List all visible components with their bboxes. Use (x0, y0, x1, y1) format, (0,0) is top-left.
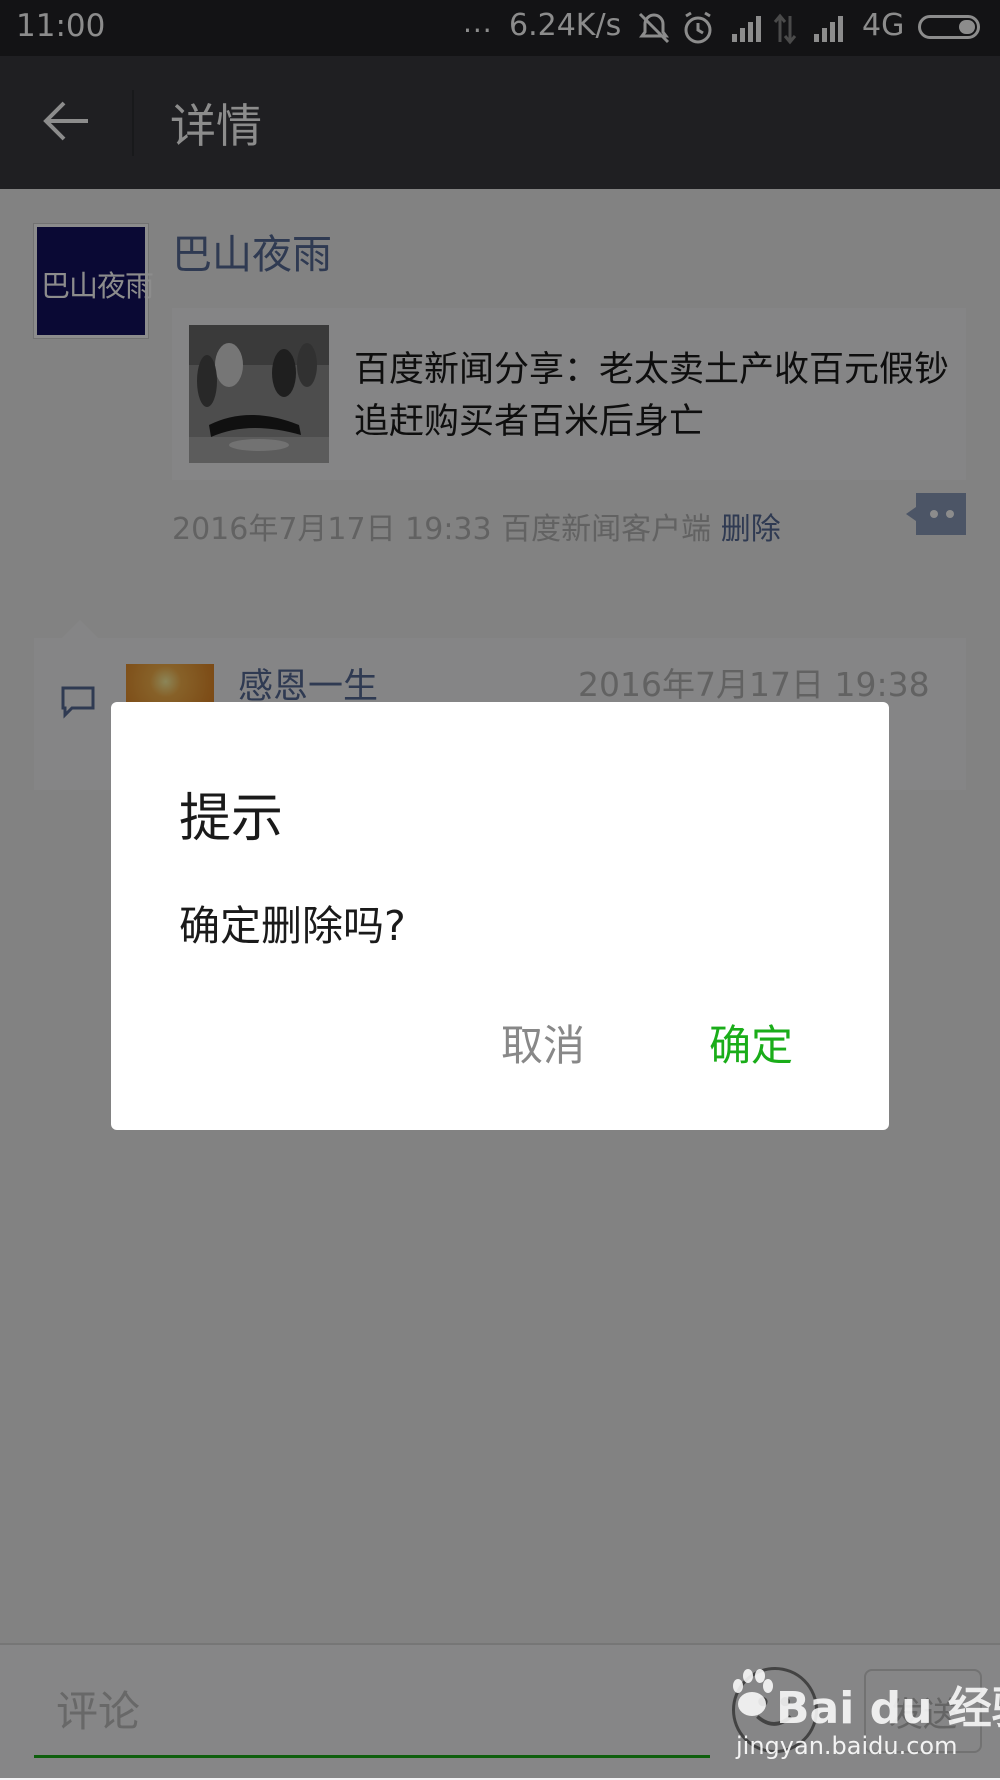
paw-logo-icon (733, 1669, 773, 1716)
dialog-title: 提示 (179, 789, 284, 849)
baidu-watermark: Bai du 经验 jingyan.baidu.com (733, 1664, 1000, 1768)
watermark-brand: Bai du 经验 (776, 1683, 1000, 1734)
confirm-dialog: 提示 确定删除吗? 取消 确定 (111, 702, 889, 1130)
cancel-button[interactable]: 取消 (501, 1012, 585, 1073)
confirm-button[interactable]: 确定 (709, 1012, 793, 1073)
watermark-url: jingyan.baidu.com (736, 1732, 958, 1760)
dialog-message: 确定删除吗? (179, 902, 406, 950)
